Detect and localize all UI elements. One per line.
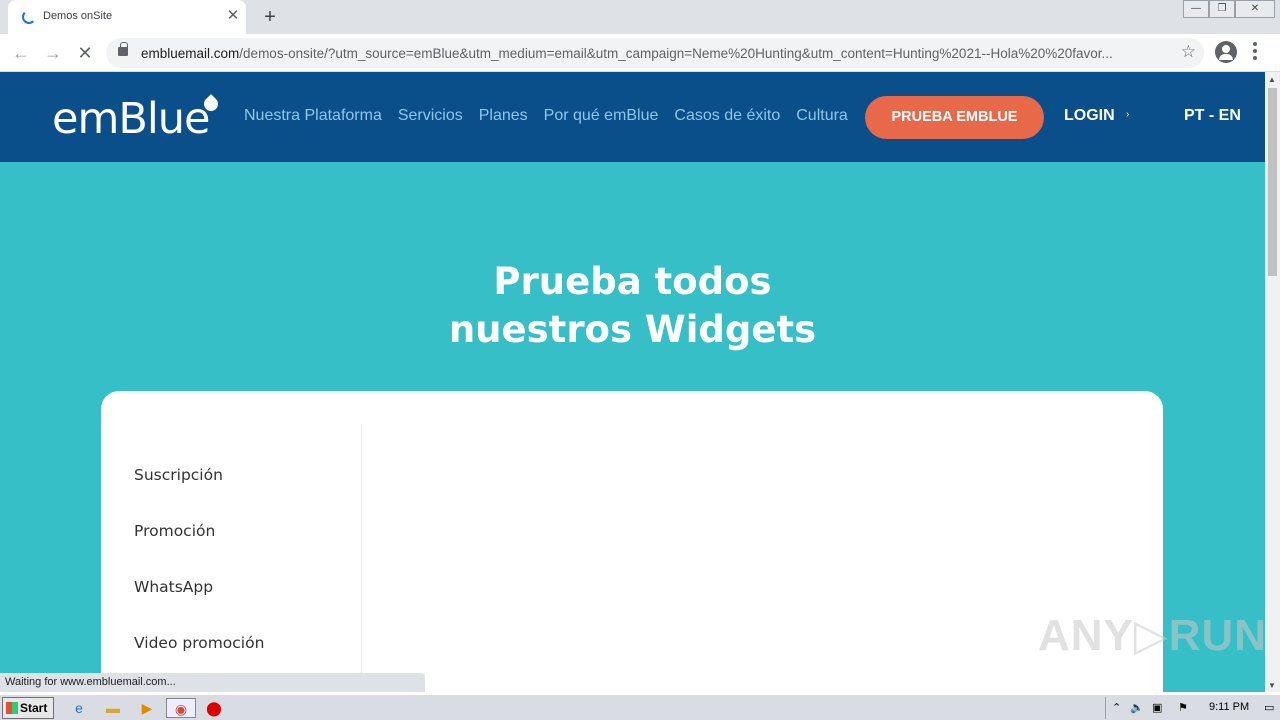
panel-divider (361, 424, 362, 692)
login-link[interactable]: LOGIN (1064, 107, 1115, 125)
lock-icon (118, 42, 128, 56)
system-tray: ⌃ 🔈 ▣ ⚑ 9:11 PM ▭ (1105, 697, 1280, 719)
explorer-folder-icon[interactable]: ▬ (102, 698, 124, 718)
language-switcher[interactable]: PT - EN (1184, 107, 1241, 125)
start-button[interactable]: Start (2, 697, 54, 719)
ie-icon[interactable]: e (68, 698, 90, 718)
windows-taskbar: Start e ▬ ▶ ◉ ⬤ ⌃ 🔈 ▣ ⚑ 9:11 PM ▭ (0, 694, 1280, 720)
main-nav: Nuestra Plataforma Servicios Planes Por … (244, 107, 864, 125)
widgets-panel: Suscripción Promoción WhatsApp Video pro… (101, 391, 1163, 692)
browser-toolbar: ← → ✕ embluemail.com/demos-onsite/?utm_s… (0, 34, 1280, 72)
windows-flag-icon (6, 702, 18, 714)
hero-title: Prueba todos nuestros Widgets (0, 258, 1265, 354)
anyrun-watermark: ANY▷RUN (1038, 611, 1265, 660)
bookmark-star-icon[interactable]: ☆ (1181, 42, 1196, 62)
loading-spinner-icon (22, 10, 36, 24)
show-desktop-icon[interactable]: ▭ (1264, 701, 1274, 714)
nav-link-planes[interactable]: Planes (479, 107, 528, 125)
site-header: emBlue Nuestra Plataforma Servicios Plan… (0, 72, 1265, 162)
volume-icon[interactable]: 🔈 (1130, 701, 1144, 714)
close-window-button[interactable]: ✕ (1235, 0, 1275, 18)
scrollbar-thumb[interactable] (1268, 88, 1277, 276)
stop-loading-icon[interactable]: ✕ (73, 41, 97, 65)
tab-close-icon[interactable]: ✕ (224, 7, 242, 25)
clock[interactable]: 9:11 PM (1209, 701, 1249, 713)
emblue-logo[interactable]: emBlue (52, 94, 210, 144)
opera-icon[interactable]: ⬤ (203, 698, 225, 718)
hero-title-line2: nuestros Widgets (448, 308, 817, 351)
widget-item-whatsapp[interactable]: WhatsApp (134, 578, 264, 634)
back-arrow-icon[interactable]: ← (9, 41, 33, 65)
nav-link-cultura[interactable]: Cultura (796, 107, 848, 125)
widget-item-suscripcion[interactable]: Suscripción (134, 466, 264, 522)
browser-tab-strip: Demos onSite ✕ + — ❐ ✕ (0, 0, 1280, 34)
nav-link-casos[interactable]: Casos de éxito (674, 107, 780, 125)
browser-menu-icon[interactable] (1252, 42, 1258, 62)
media-player-icon[interactable]: ▶ (136, 698, 158, 718)
tray-expand-icon[interactable]: ⌃ (1112, 701, 1121, 714)
url-text[interactable]: embluemail.com/demos-onsite/?utm_source=… (141, 46, 1161, 61)
new-tab-button[interactable]: + (258, 5, 282, 29)
hero-title-line1: Prueba todos (493, 260, 772, 303)
profile-avatar-icon[interactable] (1215, 41, 1237, 63)
nav-link-servicios[interactable]: Servicios (398, 107, 463, 125)
network-icon[interactable]: ▣ (1152, 701, 1162, 714)
forward-arrow-icon[interactable]: → (41, 41, 65, 65)
tab-title: Demos onSite (43, 10, 113, 22)
widget-list: Suscripción Promoción WhatsApp Video pro… (134, 466, 264, 690)
address-bar[interactable]: embluemail.com/demos-onsite/?utm_source=… (106, 38, 1204, 68)
page-scrollbar[interactable]: ▲ ▼ (1265, 72, 1280, 692)
page-viewport: emBlue Nuestra Plataforma Servicios Plan… (0, 72, 1265, 692)
chrome-taskbar-icon[interactable]: ◉ (166, 698, 196, 718)
scroll-down-icon[interactable]: ▼ (1268, 681, 1276, 690)
restore-button[interactable]: ❐ (1209, 0, 1235, 18)
scroll-up-icon[interactable]: ▲ (1268, 75, 1276, 84)
browser-tab[interactable]: Demos onSite ✕ (8, 0, 246, 34)
action-center-flag-icon[interactable]: ⚑ (1178, 701, 1188, 714)
url-host: embluemail.com (141, 46, 240, 61)
nav-link-plataforma[interactable]: Nuestra Plataforma (244, 107, 382, 125)
status-bubble: Waiting for www.embluemail.com... (0, 673, 425, 692)
url-path: /demos-onsite/?utm_source=emBlue&utm_med… (239, 46, 1113, 61)
chevron-right-icon: › (1126, 109, 1130, 120)
prueba-emblue-button[interactable]: PRUEBA EMBLUE (865, 96, 1044, 139)
start-label: Start (20, 701, 48, 715)
widget-item-promocion[interactable]: Promoción (134, 522, 264, 578)
nav-link-por-que[interactable]: Por qué emBlue (544, 107, 659, 125)
minimize-button[interactable]: — (1183, 0, 1209, 18)
